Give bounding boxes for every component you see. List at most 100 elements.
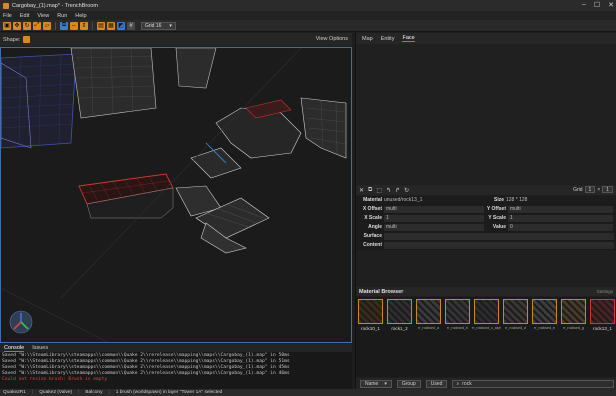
y-scale-input[interactable]: 1 <box>508 214 613 222</box>
scale-row: X Scale 1 Y Scale 1 <box>356 214 616 223</box>
tab-entity[interactable]: Entity <box>381 36 395 42</box>
material-tile[interactable] <box>590 299 615 324</box>
grid-y-input[interactable]: 1 <box>602 186 613 193</box>
uv-editor[interactable] <box>356 44 616 184</box>
uv-grid-controls: Grid 1 × 1 <box>573 186 613 193</box>
material-browser-controls: Name ▾ Group Used ⌕ rock <box>356 378 616 389</box>
material-label: Material <box>363 197 382 203</box>
x-offset-input[interactable]: multi <box>384 205 484 213</box>
close-button[interactable]: ✕ <box>608 1 614 9</box>
material-search-input[interactable]: ⌕ rock <box>452 379 614 388</box>
menu-view[interactable]: View <box>37 13 49 19</box>
tab-console[interactable]: Console <box>4 345 25 352</box>
menu-edit[interactable]: Edit <box>20 13 29 19</box>
rotate-icon[interactable]: ↻ <box>404 187 409 194</box>
main-toolbar: ▣ ✥ ↻ ⤢ ▱ ⧉ ⇔ ⇕ ▤ ▦ ◩ # Grid 16 ▾ <box>0 20 616 32</box>
angle-input[interactable]: multi <box>384 223 484 231</box>
minimize-button[interactable]: – <box>582 1 586 9</box>
brush-tool-icon[interactable]: ▣ <box>3 21 11 30</box>
flip-v-icon[interactable]: ⇕ <box>80 21 88 30</box>
status-layer: Balcony <box>85 390 103 395</box>
flip-h-icon[interactable]: ⇔ <box>70 21 78 30</box>
value-label: Value <box>492 224 506 230</box>
face-toolbar: ✕ ⧉ ⬚ ↰ ↱ ↻ Grid 1 × 1 <box>356 185 616 195</box>
tab-map[interactable]: Map <box>362 36 373 42</box>
app-icon <box>3 2 9 9</box>
tab-face[interactable]: Face <box>402 35 415 42</box>
shape-bar: Shape: View Options <box>0 33 352 46</box>
group-label: Group <box>401 380 416 387</box>
status-game: Quake2R1 <box>3 390 26 395</box>
chevron-down-icon: ▾ <box>169 22 172 29</box>
shear-tool-icon[interactable]: ▱ <box>43 21 51 30</box>
material-tile-label: rr_rocksed_c_alpha <box>472 326 501 330</box>
y-offset-input[interactable]: multi <box>508 205 613 213</box>
status-bar: Quake2R1 | Quake2 (Valve) | Balcony | 1 bru… <box>0 389 616 396</box>
replace-material-icon[interactable]: ◩ <box>117 21 125 30</box>
material-row: Material unused/rock13_1 Size 128 * 128 <box>356 196 616 205</box>
flip-v-icon[interactable]: ↱ <box>395 187 400 194</box>
size-label: Size <box>493 197 504 203</box>
align-icon[interactable]: ⬚ <box>376 187 382 194</box>
console-output: Saved "W:\\SteamLibrary\\steamapps\\comm… <box>0 352 352 384</box>
content-flags-field[interactable] <box>384 241 614 249</box>
material-tile[interactable] <box>532 299 557 324</box>
material-tile[interactable] <box>561 299 586 324</box>
content-label: Content <box>363 242 382 248</box>
material-tile-label: rr_rocksed_b <box>447 326 468 330</box>
tower-brush <box>300 97 347 159</box>
material-tile[interactable] <box>387 299 412 324</box>
inspector-panel: Map Entity Face ✕ ⧉ ⬚ ↰ ↱ ↻ Grid 1 × 1 M… <box>355 33 616 389</box>
copy-icon[interactable]: ⧉ <box>368 187 372 194</box>
shape-tool-icon[interactable] <box>23 36 31 43</box>
x-scale-input[interactable]: 1 <box>384 214 484 222</box>
view-options-button[interactable]: View Options <box>316 36 348 42</box>
rotate-tool-icon[interactable]: ↻ <box>23 21 31 30</box>
shape-label: Shape: <box>3 36 21 43</box>
sort-value: Name <box>365 380 379 387</box>
reset-icon[interactable]: ✕ <box>359 187 364 194</box>
map-geometry <box>1 48 347 342</box>
tab-issues[interactable]: Issues <box>32 345 48 351</box>
value-input[interactable]: 0 <box>508 223 613 231</box>
texture-lock-icon[interactable]: ▤ <box>97 21 105 30</box>
large-crate-brush <box>70 48 157 119</box>
material-tile[interactable] <box>445 299 470 324</box>
used-button[interactable]: Used <box>425 379 448 388</box>
group-button[interactable]: Group <box>396 379 421 388</box>
grid-size-dropdown[interactable]: Grid 16 ▾ <box>141 21 176 30</box>
3d-viewport[interactable] <box>0 47 352 343</box>
scale-tool-icon[interactable]: ⤢ <box>33 21 41 30</box>
grid-label: Grid <box>573 186 583 193</box>
material-tile[interactable] <box>416 299 441 324</box>
menu-help[interactable]: Help <box>75 13 86 19</box>
material-browser-header: Material Browser Settings <box>356 287 616 296</box>
grid-toggle-icon[interactable]: # <box>127 21 135 30</box>
material-tile[interactable] <box>503 299 528 324</box>
material-tile[interactable] <box>358 299 383 324</box>
grid-size-value: Grid 16 <box>145 22 162 29</box>
face-properties: Material unused/rock13_1 Size 128 * 128 … <box>356 196 616 250</box>
toolbar-divider <box>55 21 56 30</box>
angle-row: Angle multi Value 0 <box>356 223 616 232</box>
sort-dropdown[interactable]: Name ▾ <box>360 379 392 388</box>
material-tile-label: rock10_1 <box>361 326 380 331</box>
move-tool-icon[interactable]: ✥ <box>13 21 21 30</box>
maximize-button[interactable]: ☐ <box>594 1 600 9</box>
material-tile-label: rock1_2 <box>391 326 408 331</box>
material-grid: rock10_1 rock1_2 rr_rocksed_a rr_rocksed_b r… <box>356 297 616 377</box>
grid-x-input[interactable]: 1 <box>584 186 596 193</box>
uv-lock-icon[interactable]: ▦ <box>107 21 115 30</box>
flip-h-icon[interactable]: ↰ <box>386 187 391 194</box>
duplicate-icon[interactable]: ⧉ <box>60 21 68 30</box>
surface-row: Surface <box>356 232 616 241</box>
menu-run[interactable]: Run <box>57 13 67 19</box>
menu-file[interactable]: File <box>3 13 12 19</box>
material-browser-settings[interactable]: Settings <box>597 289 613 294</box>
surface-flags-field[interactable] <box>384 232 614 240</box>
y-offset-label: Y Offset <box>486 206 506 212</box>
material-tile[interactable] <box>474 299 499 324</box>
x-scale-label: X Scale <box>364 215 382 221</box>
toolbar-divider <box>92 21 93 30</box>
used-label: Used <box>430 380 443 387</box>
